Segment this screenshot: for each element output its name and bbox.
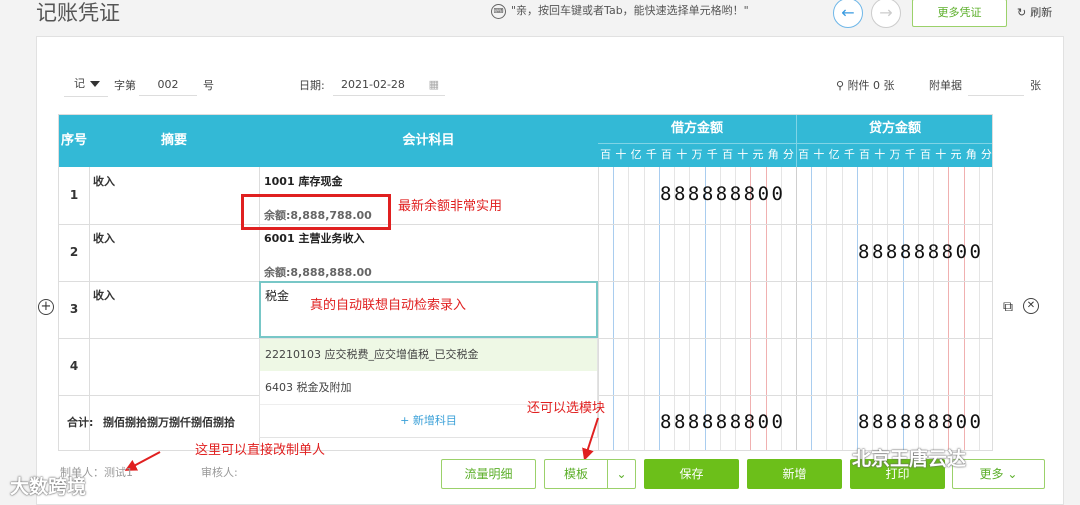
template-arrow (582, 417, 599, 461)
chevron-down-icon: ⌄ (1007, 467, 1018, 481)
watermark-right: 北京王唐云达 (852, 448, 967, 470)
save-button[interactable]: 保存 (644, 459, 739, 489)
new-button[interactable]: 新增 (747, 459, 842, 489)
template-button[interactable]: 模板 ⌄ (544, 459, 636, 489)
more-label: 更多 (979, 467, 1004, 481)
flow-detail-button[interactable]: 流量明细 (441, 459, 536, 489)
chevron-down-icon[interactable]: ⌄ (607, 460, 635, 488)
preparer-arrow (124, 451, 161, 471)
template-label: 模板 (563, 467, 588, 481)
watermark-left: 大数跨境 (10, 476, 87, 498)
annotation-arrows (124, 417, 599, 471)
reviewer-label: 审核人: (201, 466, 238, 479)
